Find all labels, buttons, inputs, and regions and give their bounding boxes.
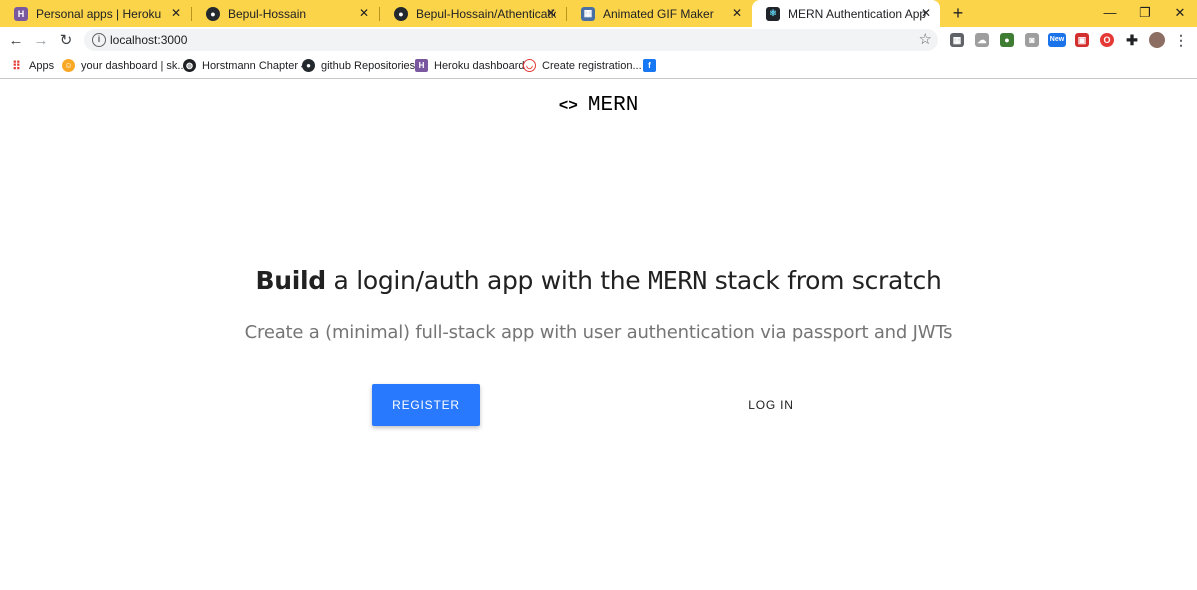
bookmark-github-repositories[interactable]: ● github Repositories [302, 59, 415, 72]
bookmark-dashboard[interactable]: ☺ your dashboard | sk... [62, 59, 187, 72]
close-icon[interactable]: ✕ [920, 7, 932, 19]
tab-label: Bepul-Hossain/Athentication-usi [416, 6, 556, 21]
close-icon[interactable]: ✕ [545, 7, 557, 19]
bookmark-label: your dashboard | sk... [81, 59, 187, 72]
menu-kebab-icon[interactable]: ⋮ [1174, 33, 1188, 47]
back-button[interactable]: ← [7, 32, 25, 50]
navbar-brand[interactable]: <> MERN [0, 94, 1197, 117]
minimize-button[interactable]: — [1101, 4, 1119, 22]
tab-mern-authentication-app[interactable]: ⚛ MERN Authentication App ✕ [752, 0, 940, 27]
headline-text-pre: a login/auth app with the [325, 266, 649, 295]
camera-icon[interactable]: ◙ [1025, 33, 1039, 47]
bookmark-label: Heroku dashboard [434, 59, 525, 72]
extension-cloud-icon[interactable]: ☁ [975, 33, 989, 47]
register-button[interactable]: REGISTER [372, 384, 480, 426]
tab-strip: H Personal apps | Heroku ✕ ● Bepul-Hossa… [0, 0, 1197, 27]
address-bar[interactable]: i localhost:3000 ☆ [84, 29, 938, 51]
bookmark-label: github Repositories [321, 59, 416, 72]
globe-icon: ◍ [183, 59, 196, 72]
page-subheadline: Create a (minimal) full-stack app with u… [244, 322, 953, 343]
dashboard-icon: ☺ [62, 59, 75, 72]
github-icon: ● [394, 6, 408, 21]
site-info-icon[interactable]: i [92, 33, 106, 47]
facebook-icon: f [643, 59, 656, 72]
reload-button[interactable]: ↻ [57, 32, 75, 50]
close-icon[interactable]: ✕ [731, 7, 743, 19]
bookmark-label: Create registration... [542, 59, 642, 72]
url-text: localhost:3000 [110, 33, 188, 47]
apps-grid-icon: ⠿ [12, 58, 21, 73]
brand-name: MERN [587, 94, 639, 117]
registration-icon: ◡ [523, 59, 536, 72]
opera-icon[interactable]: O [1100, 33, 1114, 47]
bookmark-facebook[interactable]: f [643, 59, 662, 72]
bookmark-label: Apps [29, 59, 55, 72]
extension-red-icon[interactable]: ▣ [1075, 33, 1089, 47]
qr-code-icon[interactable]: ▦ [950, 33, 964, 47]
bookmark-horstmann[interactable]: ◍ Horstmann Chapter 4 [183, 59, 307, 72]
tab-label: Animated GIF Maker [603, 6, 714, 21]
page-content: <> MERN Build a login/auth app with the M… [0, 80, 1197, 590]
restore-button[interactable]: ❐ [1136, 4, 1154, 22]
bookmark-create-registration[interactable]: ◡ Create registration... [523, 59, 642, 72]
new-tab-button[interactable]: + [949, 4, 967, 22]
close-icon[interactable]: ✕ [358, 7, 370, 19]
code-icon: <> [558, 97, 578, 115]
headline-mern: MERN [648, 266, 708, 295]
extension-new-badge-icon[interactable]: New [1048, 33, 1066, 47]
tab-animated-gif-maker[interactable]: ▦ Animated GIF Maker ✕ [567, 0, 751, 27]
heroku-icon: H [14, 6, 28, 21]
extension-globe-icon[interactable]: ● [1000, 33, 1014, 47]
browser-toolbar: ← → ↻ i localhost:3000 ☆ ▦ ☁ ● ◙ New ▣ O… [0, 27, 1197, 54]
headline-text-post: stack from scratch [707, 266, 942, 295]
close-icon[interactable]: ✕ [170, 7, 182, 19]
bookmarks-bar: ⠿ Apps ☺ your dashboard | sk... ◍ Horstm… [0, 54, 1197, 79]
github-icon: ● [302, 59, 315, 72]
bookmark-heroku-dashboard[interactable]: H Heroku dashboard [415, 59, 525, 72]
bookmark-star-icon[interactable]: ☆ [919, 30, 932, 48]
tab-github-bepul-hossain[interactable]: ● Bepul-Hossain ✕ [192, 0, 378, 27]
react-icon: ⚛ [766, 6, 780, 21]
profile-avatar[interactable] [1149, 32, 1165, 48]
heroku-icon: H [415, 59, 428, 72]
close-window-button[interactable]: ✕ [1171, 4, 1189, 22]
bookmark-label: Horstmann Chapter 4 [202, 59, 308, 72]
tab-label: MERN Authentication App [788, 6, 927, 21]
tab-label: Personal apps | Heroku [36, 6, 162, 21]
page-headline: Build a login/auth app with the MERN sta… [0, 266, 1197, 295]
tab-heroku-personal-apps[interactable]: H Personal apps | Heroku ✕ [0, 0, 190, 27]
tab-github-authentication-repo[interactable]: ● Bepul-Hossain/Athentication-usi ✕ [380, 0, 565, 27]
bookmark-apps[interactable]: ⠿ Apps [10, 58, 55, 73]
headline-bold: Build [255, 266, 326, 295]
gif-maker-icon: ▦ [581, 6, 595, 21]
tab-label: Bepul-Hossain [228, 6, 307, 21]
github-icon: ● [206, 6, 220, 21]
extensions-puzzle-icon[interactable]: ✚ [1125, 33, 1139, 47]
forward-button[interactable]: → [32, 32, 50, 50]
login-button[interactable]: LOG IN [717, 384, 825, 426]
